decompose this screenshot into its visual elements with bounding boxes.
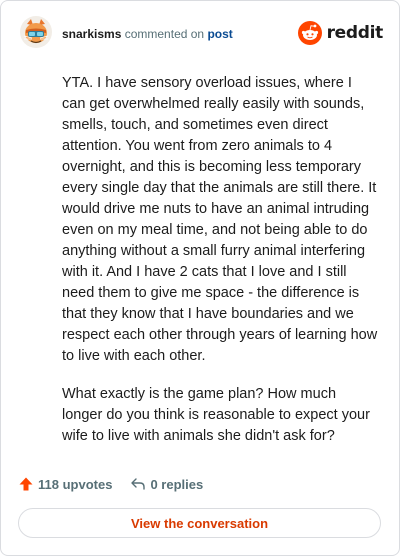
reddit-snoo-icon (297, 21, 322, 45)
reply-count: 0 replies (150, 476, 204, 492)
view-conversation-button[interactable]: View the conversation (18, 508, 381, 538)
upvote-arrow-icon (19, 477, 33, 491)
reply-arrow-icon (131, 478, 146, 490)
commented-on-text: commented on (124, 27, 205, 41)
upvote-button[interactable]: 118 upvotes (18, 476, 112, 492)
username-link[interactable]: snarkisms (62, 27, 121, 41)
avatar[interactable] (20, 16, 52, 48)
comment-header: snarkisms commented on post reddit (20, 16, 383, 52)
comment-card: snarkisms commented on post reddit YTA. … (0, 0, 400, 556)
comment-body: YTA. I have sensory overload issues, whe… (62, 73, 378, 464)
comment-actions: 118 upvotes 0 replies (18, 473, 221, 495)
post-link[interactable]: post (207, 27, 232, 41)
reddit-wordmark: reddit (326, 23, 384, 43)
reddit-logo[interactable]: reddit (297, 20, 384, 46)
upvote-count: 118 upvotes (38, 476, 113, 492)
comment-meta: snarkisms commented on post (62, 27, 233, 41)
comment-paragraph: What exactly is the game plan? How much … (62, 386, 370, 444)
reply-button[interactable]: 0 replies (130, 476, 203, 492)
comment-paragraph: YTA. I have sensory overload issues, whe… (62, 75, 378, 364)
